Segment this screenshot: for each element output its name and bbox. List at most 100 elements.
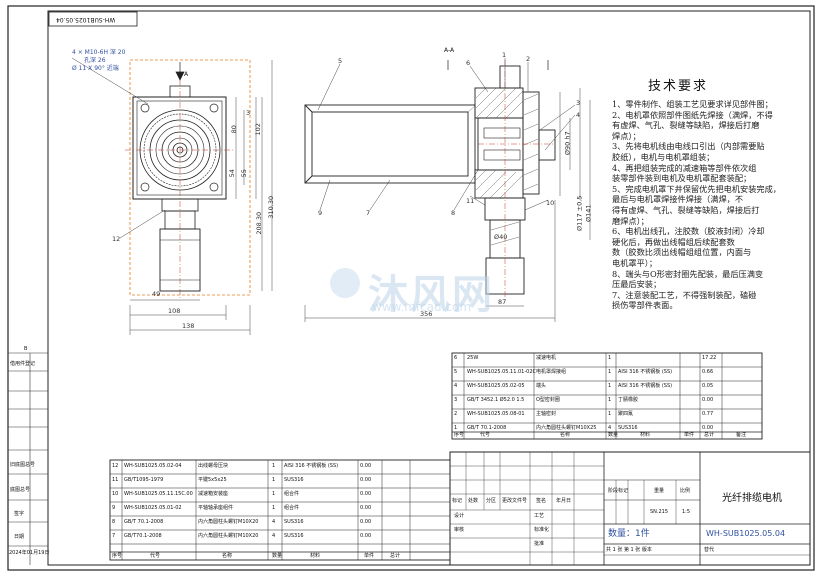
- bom-upper-header: 单件: [684, 432, 695, 438]
- bom-upper-cell: 0.05: [702, 383, 714, 389]
- requirement-line: 8、端头与O形密封圈先配装，最后压满变: [612, 268, 764, 279]
- bom-upper-cell: 0.00: [702, 425, 714, 431]
- bom-upper-header: 代号: [480, 432, 491, 438]
- bom-upper-cell: 聚四氟: [618, 411, 634, 417]
- bom-lower-cell: 7: [112, 533, 116, 539]
- tb-quantity: 数量：1件: [608, 529, 650, 539]
- balloon-5: 5: [338, 57, 343, 65]
- bom-upper-cell: WH-SUB1025.05.08-01: [467, 411, 525, 417]
- bom-lower-cell: 平轴轴承座组件: [198, 505, 234, 511]
- bom-lower-cell: WH-SUB1025.05.01-02: [124, 505, 182, 511]
- dim-356: 356: [420, 310, 433, 318]
- bom-lower-header: 序号: [112, 553, 123, 559]
- bom-lower-header: 名称: [222, 553, 233, 559]
- bom-upper-cell: 0.77: [702, 411, 714, 417]
- thread-note-2: 孔深 26: [84, 57, 106, 64]
- tb-label-approve: 批准: [534, 541, 545, 547]
- dim-55: 55: [239, 169, 248, 178]
- bom-lower-header: 数量: [272, 553, 283, 559]
- strip-label-borrow: 借用件登记: [10, 361, 36, 367]
- thread-note-1: 4 × M10-6H 深 20: [72, 49, 126, 56]
- strip-label-sign: 签字: [14, 511, 25, 517]
- dim-80: 80: [229, 125, 238, 134]
- bom-upper-cell: AISI 316 不锈钢板 (SS): [618, 369, 673, 375]
- requirement-line: 胶纸），电机与电机罩组装；: [612, 151, 715, 162]
- tb-label-review: 审核: [454, 527, 465, 533]
- thread-note-3: Ø 11 X 90° 近端: [72, 65, 119, 72]
- bom-lower-cell: 0.00: [360, 477, 372, 483]
- dim-138: 138: [182, 322, 195, 330]
- requirement-line: 4、再把组装完成的减速箱等部件依次组: [612, 162, 757, 173]
- tb-label-process: 工艺: [534, 513, 545, 519]
- bom-upper-cell: 1: [608, 355, 612, 361]
- bom-upper-cell: SUS316: [618, 425, 638, 431]
- requirement-line: 2、电机罩依照部件图纸先焊接（满焊，不得: [612, 109, 773, 120]
- bom-lower-cell: 8: [112, 519, 116, 525]
- strip-label-base: 底图总号: [10, 487, 31, 493]
- dim-54: 54: [227, 169, 236, 178]
- bom-lower-cell: 12: [112, 463, 119, 469]
- balloon-10: 10: [546, 199, 555, 207]
- bom-lower-cell: 平键5x5x25: [198, 477, 227, 483]
- bom-upper-cell: 25W: [467, 355, 479, 361]
- strip-label-date: 日期: [14, 534, 25, 540]
- tb-label-count: 处数: [468, 498, 479, 504]
- bom-lower-header: 总计: [390, 553, 401, 559]
- strip-marker: B: [24, 346, 28, 352]
- bom-lower-header: 材料: [310, 553, 321, 559]
- requirement-line: 3、先将电机线由电线口引出（内部需要贴: [612, 141, 765, 152]
- requirement-line: 压最后安装；: [612, 279, 662, 290]
- balloon-9: 9: [318, 209, 323, 217]
- tb-label-stage: 阶段标记: [608, 488, 629, 494]
- bom-upper-cell: 丁腈橡胶: [618, 397, 639, 403]
- bom-lower-cell: 组合件: [284, 491, 300, 497]
- bom-lower-cell: 9: [112, 505, 116, 511]
- tb-label-mark: 标记: [452, 498, 463, 504]
- requirement-line: 焊点）；: [612, 130, 641, 141]
- drawing-code-box: WH-SUB1025.05.04: [56, 16, 116, 23]
- balloon-3: 3: [576, 99, 581, 107]
- bom-lower-cell: 1: [272, 491, 276, 497]
- bom-upper-cell: 1: [454, 425, 458, 431]
- bom-lower-cell: 0.00: [360, 519, 372, 525]
- dim-141: Ø141: [584, 204, 593, 223]
- bom-upper-cell: GB/T 70.1-2008: [467, 425, 507, 431]
- bom-lower-header: 代号: [150, 553, 161, 559]
- requirement-line: 得有虚焊、气孔、裂缝等缺陷，焊接后打: [612, 204, 760, 215]
- bom-lower-cell: WH-SUB1025.05.02-04: [124, 463, 182, 469]
- balloon-8: 8: [451, 209, 456, 217]
- watermark-logo: [330, 268, 360, 298]
- dim-49: 49: [152, 290, 161, 298]
- requirement-line: 硬化后，再做出线帽组后续配套数: [612, 236, 735, 247]
- requirement-line: 电机罩平）；: [612, 257, 658, 268]
- requirement-line: 数（胶数比须出线帽组组位置，内面与: [612, 247, 752, 258]
- dim-310: 310.30: [267, 195, 276, 219]
- bom-upper-cell: 减速电机: [536, 355, 557, 361]
- bom-lower-cell: 减速箱安装座: [198, 491, 229, 497]
- bom-lower-cell: 4: [272, 533, 276, 539]
- bom-lower-cell: 1: [272, 505, 276, 511]
- bom-upper-cell: 内六角圆柱头螺钉M10X25: [536, 425, 597, 431]
- bom-lower-cell: GB/T70.1-2008: [124, 533, 162, 539]
- balloon-7: 7: [366, 209, 371, 217]
- bom-upper-cell: 3: [454, 397, 458, 403]
- requirement-line: 1、零件制作、组装工艺见要求详见部件图；: [612, 99, 773, 109]
- tb-label-weight: 重量: [654, 488, 665, 494]
- bom-upper-cell: 1: [608, 411, 612, 417]
- tb-label-design: 设计: [454, 513, 465, 519]
- bom-upper-cell: 17.22: [702, 355, 717, 361]
- bom-lower-cell: 11: [112, 477, 119, 483]
- bom-upper-cell: O型密封圈: [536, 397, 560, 403]
- tb-label-sign: 签名: [536, 498, 547, 504]
- bom-lower-cell: 出线螺母压块: [198, 463, 229, 469]
- requirement-line: 装零部件装到电机及电机罩配套装配；: [612, 173, 752, 184]
- requirement-line: 磨焊点）；: [612, 215, 649, 226]
- bom-upper-cell: 5: [454, 369, 458, 375]
- balloon-2: 2: [526, 55, 531, 63]
- strip-date: 2024年01月19日: [9, 550, 50, 556]
- bom-lower-cell: 组合件: [284, 505, 300, 511]
- bom-upper-cell: 4: [454, 383, 458, 389]
- dim-102: 102: [253, 123, 262, 136]
- tb-label-scale: 比例: [680, 488, 691, 494]
- dim-117: Ø117 ±0.5: [575, 195, 584, 231]
